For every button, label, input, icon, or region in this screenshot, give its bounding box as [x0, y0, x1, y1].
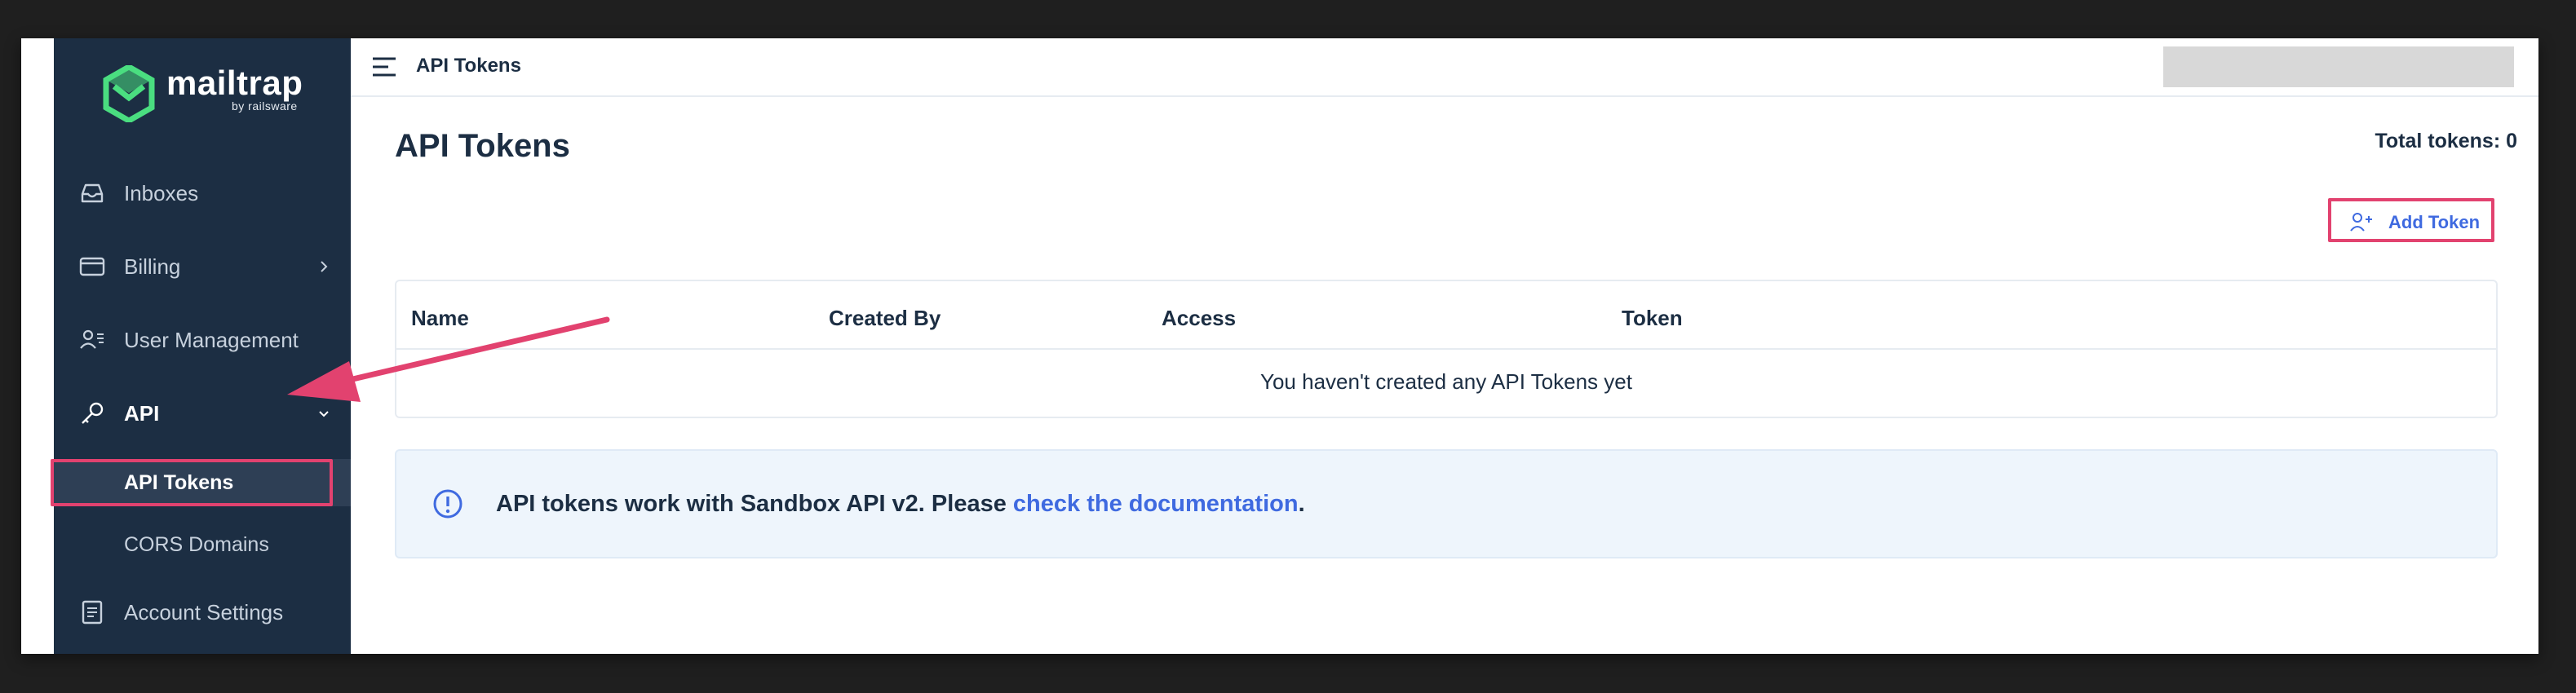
column-header-token[interactable]: Token — [1622, 306, 1683, 331]
add-token-label: Add Token — [2388, 212, 2481, 232]
users-icon — [80, 329, 104, 349]
add-token-button[interactable]: Add Token — [2328, 198, 2494, 242]
chevron-right-icon — [321, 261, 328, 272]
documentation-link[interactable]: check the documentation — [1013, 491, 1299, 517]
info-banner: API tokens work with Sandbox API v2. Ple… — [395, 449, 2498, 558]
info-circle-icon — [433, 489, 463, 519]
sidebar-item-inboxes[interactable]: Inboxes — [54, 169, 351, 218]
document-icon — [82, 600, 103, 625]
sidebar-item-label: User Management — [124, 327, 299, 352]
api-tokens-table: Name Created By Access Token You haven't… — [395, 280, 2498, 418]
info-text: API tokens work with Sandbox API v2. Ple… — [496, 491, 1305, 518]
top-bar: API Tokens — [351, 38, 2538, 97]
sidebar-item-api[interactable]: API — [54, 389, 351, 438]
column-header-created-by[interactable]: Created By — [829, 306, 941, 331]
add-user-icon — [2350, 213, 2372, 232]
credit-card-icon — [79, 257, 105, 276]
empty-state-message: You haven't created any API Tokens yet — [1260, 369, 1632, 394]
sidebar-item-user-management[interactable]: User Management — [54, 316, 351, 364]
info-text-body: API tokens work with Sandbox API v2. Ple… — [496, 491, 1013, 517]
inbox-icon — [81, 183, 104, 203]
info-text-suffix: . — [1298, 491, 1305, 517]
sidebar-subitem-label: CORS Domains — [124, 532, 269, 556]
sidebar-item-account-settings[interactable]: Account Settings — [54, 588, 351, 637]
total-tokens-count: Total tokens: 0 — [2375, 130, 2517, 152]
sidebar-item-billing[interactable]: Billing — [54, 242, 351, 291]
sidebar-item-label: Account Settings — [124, 599, 284, 625]
annotation-highlight-box — [51, 459, 333, 506]
chevron-down-icon — [319, 411, 329, 417]
sidebar-item-label: API — [124, 400, 160, 426]
sidebar: mailtrap by railsware Inboxes Billing Us… — [54, 38, 351, 654]
sidebar-subitem-cors-domains[interactable]: CORS Domains — [54, 521, 351, 568]
account-placeholder — [2163, 46, 2514, 87]
mailtrap-logo-icon — [103, 65, 155, 122]
app-window: mailtrap by railsware Inboxes Billing Us… — [21, 38, 2538, 654]
page-title: API Tokens — [395, 128, 570, 164]
hamburger-icon[interactable] — [372, 56, 396, 77]
logo-name: mailtrap — [166, 64, 303, 102]
breadcrumb-title: API Tokens — [416, 55, 521, 77]
key-icon — [82, 402, 104, 424]
logo[interactable]: mailtrap by railsware — [103, 65, 303, 122]
table-header: Name Created By Access Token — [396, 281, 2496, 350]
sidebar-item-label: Billing — [124, 254, 181, 279]
column-header-access[interactable]: Access — [1162, 306, 1236, 331]
column-header-name[interactable]: Name — [411, 306, 469, 331]
logo-sub: by railsware — [232, 99, 298, 113]
sidebar-item-label: Inboxes — [124, 180, 199, 205]
